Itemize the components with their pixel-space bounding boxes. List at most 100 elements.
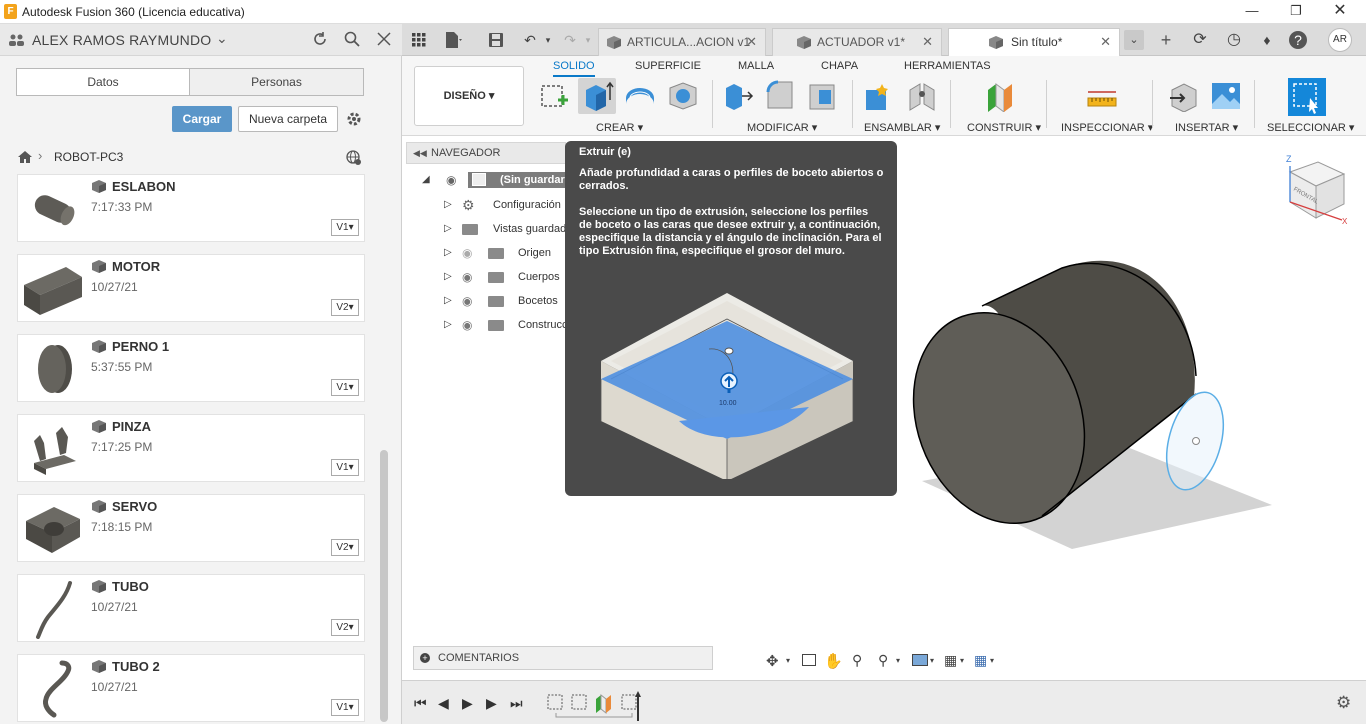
joint-icon[interactable] bbox=[906, 80, 938, 112]
group-crear[interactable]: CREAR ▾ bbox=[596, 121, 643, 134]
tab-herramientas[interactable]: HERRAMIENTAS bbox=[904, 60, 991, 72]
timeline-features[interactable] bbox=[546, 691, 646, 721]
job-status-clock-icon[interactable]: ◷ bbox=[1224, 30, 1244, 50]
data-panel-scrollbar[interactable] bbox=[380, 450, 388, 722]
group-construir[interactable]: CONSTRUIR ▾ bbox=[967, 121, 1041, 134]
help-icon[interactable]: ? bbox=[1289, 31, 1307, 49]
offset-plane-icon[interactable] bbox=[984, 80, 1016, 112]
timeline-settings-gear-icon[interactable]: ⚙ bbox=[1336, 693, 1351, 713]
go-to-end-icon[interactable]: ⏭ bbox=[510, 695, 523, 712]
play-icon[interactable]: ▶ bbox=[462, 695, 473, 712]
insert-canvas-icon[interactable] bbox=[1210, 80, 1242, 112]
version-badge[interactable]: V2▾ bbox=[331, 299, 359, 316]
fillet-icon[interactable] bbox=[764, 80, 796, 112]
breadcrumb-project[interactable]: ROBOT-PC3 bbox=[54, 150, 123, 164]
dropdown-icon[interactable]: ▾ bbox=[786, 656, 790, 665]
zoom-icon[interactable]: ⚲ bbox=[852, 652, 862, 669]
refresh-icon[interactable] bbox=[312, 31, 328, 47]
tab-close-icon[interactable]: ✕ bbox=[922, 29, 933, 55]
grid-apps-icon[interactable] bbox=[412, 33, 426, 47]
workspace-switcher[interactable]: DISEÑO ▾ bbox=[414, 66, 524, 126]
navigator-header[interactable]: ◀◀ NAVEGADOR bbox=[406, 142, 566, 164]
group-modificar[interactable]: MODIFICAR ▾ bbox=[747, 121, 817, 134]
list-item[interactable]: TUBO 10/27/21 V2▾ bbox=[17, 574, 365, 642]
group-seleccionar[interactable]: SELECCIONAR ▾ bbox=[1267, 121, 1354, 134]
user-avatar[interactable]: AR bbox=[1328, 28, 1352, 52]
display-settings-icon[interactable] bbox=[912, 654, 928, 666]
search-icon[interactable] bbox=[344, 31, 360, 47]
close-icon[interactable] bbox=[377, 32, 391, 46]
tab-personas[interactable]: Personas bbox=[189, 68, 364, 96]
comments-panel[interactable]: + COMENTARIOS bbox=[413, 646, 713, 670]
eye-icon[interactable]: ◉ bbox=[462, 315, 472, 335]
new-tab-plus-icon[interactable]: + bbox=[1156, 30, 1176, 50]
expand-triangle-icon[interactable]: ▷ bbox=[444, 267, 452, 287]
sync-icon[interactable]: ⟳ bbox=[1190, 30, 1210, 50]
redo-dropdown-icon[interactable]: ▾ bbox=[578, 30, 598, 50]
grid-icon[interactable]: ▦ bbox=[944, 652, 957, 669]
eye-hidden-icon[interactable]: ◉ bbox=[462, 243, 472, 263]
fit-zoom-icon[interactable]: ⚲ bbox=[878, 652, 888, 669]
insert-derive-icon[interactable] bbox=[1168, 80, 1200, 112]
chevron-down-icon[interactable]: ⌄ bbox=[216, 30, 228, 47]
version-badge[interactable]: V2▾ bbox=[331, 539, 359, 556]
tab-articulacion[interactable]: ARTICULA...ACION v1 ✕ bbox=[598, 28, 766, 56]
tab-solido[interactable]: SOLIDO bbox=[553, 60, 595, 77]
list-item[interactable]: SERVO 7:18:15 PM V2▾ bbox=[17, 494, 365, 562]
group-inspeccionar[interactable]: INSPECCIONAR ▾ bbox=[1061, 121, 1153, 134]
step-back-icon[interactable]: ◀ bbox=[438, 695, 449, 712]
globe-icon[interactable] bbox=[346, 150, 362, 166]
pan-hand-icon[interactable]: ✋ bbox=[824, 652, 843, 670]
tab-malla[interactable]: MALLA bbox=[738, 60, 774, 72]
list-item[interactable]: PINZA 7:17:25 PM V1▾ bbox=[17, 414, 365, 482]
gear-icon[interactable] bbox=[345, 110, 363, 128]
measure-icon[interactable] bbox=[1086, 80, 1118, 112]
upload-button[interactable]: Cargar bbox=[172, 106, 232, 132]
collapse-left-icon[interactable]: ◀◀ bbox=[413, 143, 427, 163]
hole-icon[interactable] bbox=[667, 80, 699, 112]
tab-chapa[interactable]: CHAPA bbox=[821, 60, 858, 72]
close-window-button[interactable]: ✕ bbox=[1320, 0, 1360, 24]
shell-icon[interactable] bbox=[807, 80, 839, 112]
dropdown-icon[interactable]: ▾ bbox=[960, 656, 964, 665]
look-at-icon[interactable] bbox=[802, 654, 816, 666]
eye-icon[interactable]: ◉ bbox=[462, 267, 472, 287]
list-item[interactable]: PERNO 1 5:37:55 PM V1▾ bbox=[17, 334, 365, 402]
group-ensamblar[interactable]: ENSAMBLAR ▾ bbox=[864, 121, 940, 134]
tab-datos[interactable]: Datos bbox=[16, 68, 190, 96]
expand-triangle-icon[interactable]: ◢ bbox=[422, 170, 430, 190]
version-badge[interactable]: V1▾ bbox=[331, 379, 359, 396]
tab-actuador[interactable]: ACTUADOR v1* ✕ bbox=[772, 28, 942, 56]
add-comment-icon[interactable]: + bbox=[420, 653, 430, 663]
file-icon[interactable] bbox=[444, 31, 464, 49]
viewcube[interactable]: FRONTAL Z X bbox=[1282, 150, 1352, 230]
version-badge[interactable]: V2▾ bbox=[331, 619, 359, 636]
dropdown-icon[interactable]: ▾ bbox=[930, 656, 934, 665]
maximize-button[interactable]: ❐ bbox=[1276, 0, 1316, 24]
tab-superficie[interactable]: SUPERFICIE bbox=[635, 60, 701, 72]
expand-triangle-icon[interactable]: ▷ bbox=[444, 219, 452, 239]
list-item[interactable]: MOTOR 10/27/21 V2▾ bbox=[17, 254, 365, 322]
eye-icon[interactable]: ◉ bbox=[446, 170, 456, 190]
group-insertar[interactable]: INSERTAR ▾ bbox=[1175, 121, 1238, 134]
notifications-bell-icon[interactable]: ♦ bbox=[1257, 30, 1277, 50]
version-badge[interactable]: V1▾ bbox=[331, 699, 359, 716]
orbit-move-icon[interactable]: ✥ bbox=[766, 652, 779, 670]
new-folder-button[interactable]: Nueva carpeta bbox=[238, 106, 338, 132]
expand-triangle-icon[interactable]: ▷ bbox=[444, 195, 452, 215]
list-item[interactable]: ESLABON 7:17:33 PM V1▾ bbox=[17, 174, 365, 242]
expand-triangle-icon[interactable]: ▷ bbox=[444, 291, 452, 311]
extrude-icon[interactable] bbox=[582, 80, 614, 112]
dropdown-icon[interactable]: ▾ bbox=[990, 656, 994, 665]
redo-icon[interactable]: ↷ bbox=[560, 30, 580, 50]
select-icon[interactable] bbox=[1288, 78, 1326, 116]
tab-list-dropdown-icon[interactable]: ⌄ bbox=[1124, 30, 1144, 50]
tab-sin-titulo[interactable]: Sin título* ✕ bbox=[948, 28, 1120, 56]
tab-close-icon[interactable]: ✕ bbox=[746, 29, 757, 55]
save-icon[interactable] bbox=[488, 32, 504, 48]
version-badge[interactable]: V1▾ bbox=[331, 459, 359, 476]
eye-icon[interactable]: ◉ bbox=[462, 291, 472, 311]
tab-close-icon[interactable]: ✕ bbox=[1100, 29, 1111, 55]
dropdown-icon[interactable]: ▾ bbox=[896, 656, 900, 665]
new-component-icon[interactable] bbox=[864, 80, 896, 112]
